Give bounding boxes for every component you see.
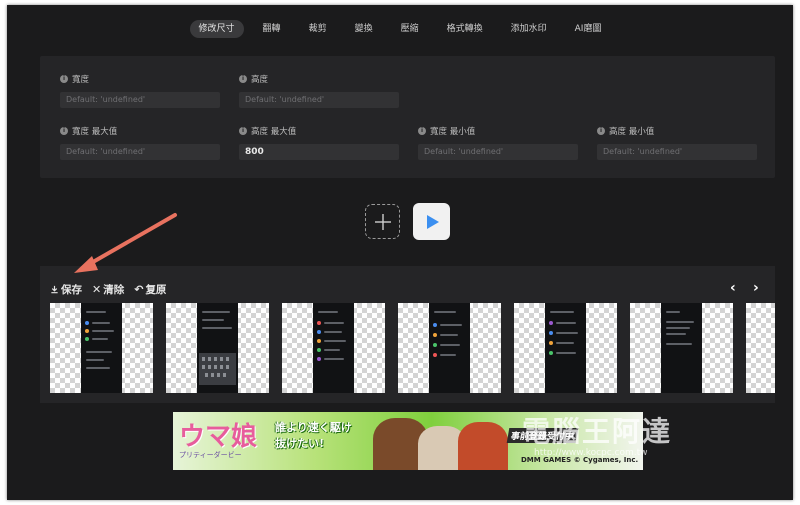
- tab-resize[interactable]: 修改尺寸: [189, 20, 244, 38]
- info-icon: i: [597, 127, 605, 135]
- height-input[interactable]: Default: 'undefined': [239, 92, 399, 108]
- watermark-url: http://www.kocpc.com.tw: [534, 448, 648, 458]
- info-icon: i: [60, 75, 68, 83]
- height-label: 高度: [251, 75, 269, 85]
- run-button[interactable]: [413, 203, 450, 240]
- close-icon: ✕: [92, 283, 102, 296]
- width-min-label: 寬度 最小值: [430, 127, 476, 137]
- info-icon: i: [418, 127, 426, 135]
- height-min-input[interactable]: Default: 'undefined': [597, 144, 757, 160]
- result-gallery: 保存 ✕ 清除 ↶ 复原 ‹ ›: [40, 266, 775, 403]
- info-icon: i: [239, 75, 247, 83]
- info-icon: i: [60, 127, 68, 135]
- save-label: 保存: [61, 284, 82, 296]
- thumbnail[interactable]: [630, 303, 733, 393]
- screenshot-preview: [313, 303, 354, 393]
- width-input[interactable]: Default: 'undefined': [60, 92, 220, 108]
- height-max-field: i 高度 最大值 800: [239, 125, 399, 160]
- tab-ai-retouch[interactable]: AI磨圖: [566, 20, 611, 38]
- plus-icon: [374, 213, 391, 230]
- ad-subtitle: プリティーダービー: [179, 451, 242, 459]
- thumbnail-strip: [50, 303, 775, 393]
- thumbnail[interactable]: [746, 303, 775, 393]
- ad-logo: ウマ娘: [179, 422, 258, 452]
- height-max-label: 高度 最大值: [251, 127, 297, 137]
- screenshot-preview: [197, 303, 238, 393]
- ad-headline: 誰より速く駆け抜けたい!: [275, 421, 352, 450]
- undo-icon: ↶: [134, 283, 144, 296]
- width-max-input[interactable]: Default: 'undefined': [60, 144, 220, 160]
- clear-button[interactable]: ✕ 清除: [92, 282, 124, 297]
- tab-compress[interactable]: 壓縮: [392, 20, 428, 38]
- thumbnail[interactable]: [282, 303, 385, 393]
- restore-label: 复原: [145, 284, 167, 296]
- width-max-label: 寬度 最大值: [72, 127, 118, 137]
- tab-transform[interactable]: 變換: [346, 20, 382, 38]
- info-icon: i: [239, 127, 247, 135]
- height-field: i 高度 Default: 'undefined': [239, 73, 399, 108]
- chevron-right-icon[interactable]: ›: [753, 280, 759, 296]
- watermark: 電腦王阿達: [522, 415, 673, 448]
- play-icon: [426, 214, 439, 229]
- thumbnail[interactable]: [166, 303, 269, 393]
- thumbnail[interactable]: [514, 303, 617, 393]
- restore-button[interactable]: ↶ 复原: [134, 282, 166, 297]
- chevron-left-icon[interactable]: ‹: [730, 280, 736, 296]
- character-illustration: [458, 422, 508, 470]
- screenshot-preview: [661, 303, 702, 393]
- width-label: 寬度: [72, 75, 90, 85]
- save-button[interactable]: 保存: [50, 282, 82, 297]
- tab-watermark[interactable]: 添加水印: [502, 20, 556, 38]
- screenshot-preview: [81, 303, 122, 393]
- thumbnail[interactable]: [50, 303, 153, 393]
- width-min-field: i 寬度 最小值 Default: 'undefined': [418, 125, 578, 160]
- tool-tabs: 修改尺寸 翻轉 裁剪 變換 壓縮 格式轉換 添加水印 AI磨圖: [7, 20, 793, 38]
- screenshot-preview: [429, 303, 470, 393]
- tab-flip[interactable]: 翻轉: [254, 20, 290, 38]
- add-image-button[interactable]: [365, 204, 400, 239]
- settings-panel: i 寬度 Default: 'undefined' i 高度 Default: 'u…: [40, 56, 775, 178]
- thumbnail[interactable]: [398, 303, 501, 393]
- width-field: i 寬度 Default: 'undefined': [60, 73, 220, 108]
- tab-format-convert[interactable]: 格式轉換: [438, 20, 492, 38]
- width-max-field: i 寬度 最大值 Default: 'undefined': [60, 125, 220, 160]
- clear-label: 清除: [103, 284, 125, 296]
- app-window: 修改尺寸 翻轉 裁剪 變換 壓縮 格式轉換 添加水印 AI磨圖 i 寬度 Defa…: [7, 5, 793, 500]
- download-icon: [51, 285, 58, 294]
- tab-crop[interactable]: 裁剪: [300, 20, 336, 38]
- height-min-field: i 高度 最小值 Default: 'undefined': [597, 125, 757, 160]
- screenshot-preview: [545, 303, 586, 393]
- height-min-label: 高度 最小值: [609, 127, 655, 137]
- width-min-input[interactable]: Default: 'undefined': [418, 144, 578, 160]
- gallery-toolbar: 保存 ✕ 清除 ↶ 复原: [50, 282, 166, 297]
- height-max-input[interactable]: 800: [239, 144, 399, 160]
